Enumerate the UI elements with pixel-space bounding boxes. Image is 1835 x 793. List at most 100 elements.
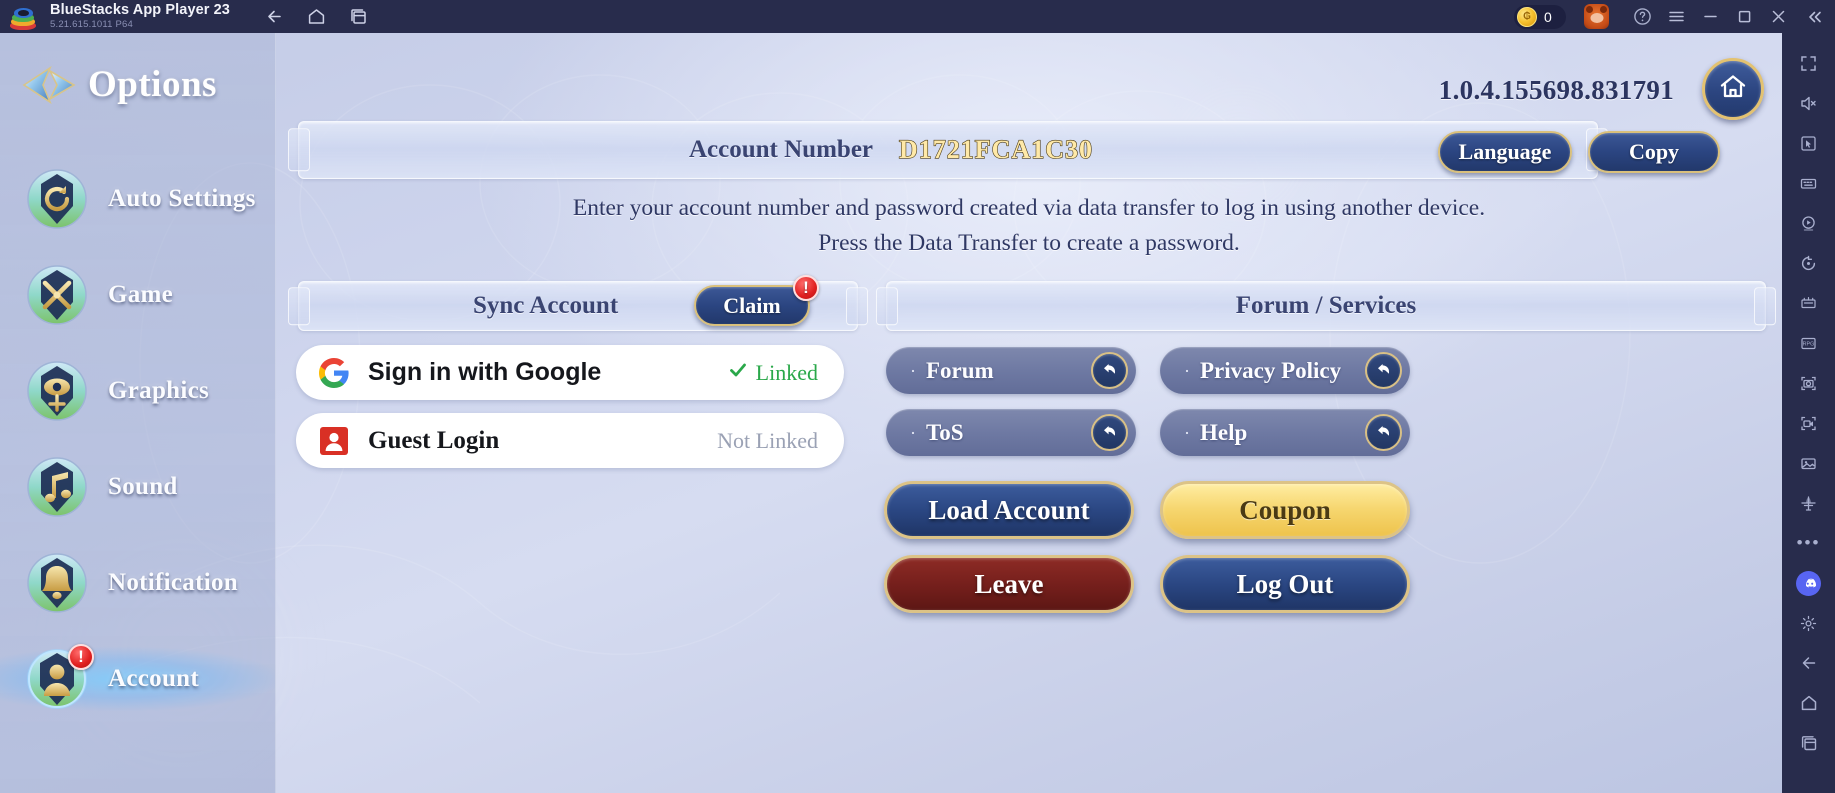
house-icon	[1717, 71, 1749, 108]
external-link-arrow-icon	[1365, 352, 1402, 389]
claim-button[interactable]: Claim !	[694, 275, 819, 326]
home-icon[interactable]	[1782, 683, 1835, 723]
options-sidebar: Options Auto Settings Game Graphics Soun…	[0, 33, 276, 793]
window-titlebar: BlueStacks App Player 23 5.21.615.1011 P…	[0, 0, 1835, 33]
link-button-tos[interactable]: · ToS	[886, 409, 1136, 456]
sidebar-item-sound[interactable]: Sound	[0, 439, 275, 535]
maximize-icon[interactable]	[1727, 0, 1761, 33]
login-status-label: Not Linked	[717, 427, 818, 453]
login-row-google[interactable]: Sign in with Google Linked	[296, 345, 844, 400]
notification-bell-badge-icon	[26, 552, 88, 614]
minimize-icon[interactable]	[1693, 0, 1727, 33]
language-button[interactable]: Language	[1438, 131, 1572, 173]
sidebar-nav: Auto Settings Game Graphics Sound Notifi…	[0, 151, 275, 727]
titlebar-right-controls: ₲ 0	[1514, 0, 1835, 33]
titlebar-nav-group	[264, 6, 370, 28]
copy-button[interactable]: Copy	[1588, 131, 1720, 173]
leave-button[interactable]: Leave	[884, 555, 1134, 613]
link-button-forum[interactable]: · Forum	[886, 347, 1136, 394]
home-icon[interactable]	[306, 6, 328, 28]
external-link-arrow-icon	[1365, 414, 1402, 451]
guest-user-icon	[318, 425, 350, 457]
bullet-icon: ·	[1184, 422, 1190, 443]
forum-services-panel: Forum / Services	[886, 281, 1766, 331]
login-name: Guest Login	[368, 426, 500, 454]
game-swords-badge-icon	[26, 264, 88, 326]
login-row-guest[interactable]: Guest Login Not Linked	[296, 413, 844, 468]
login-status-label: Linked	[755, 359, 818, 385]
close-icon[interactable]	[1761, 0, 1795, 33]
account-content-panel: 1.0.4.155698.831791 Account Number D1721…	[276, 33, 1782, 793]
discord-icon[interactable]	[1782, 563, 1835, 603]
link-button-help[interactable]: · Help	[1160, 409, 1410, 456]
screenshot-camera-icon[interactable]	[1782, 363, 1835, 403]
bluestacks-logo-icon	[10, 4, 36, 30]
claim-button-label: Claim	[723, 292, 781, 318]
sidebar-item-label: Account	[108, 665, 199, 692]
sidebar-item-notification[interactable]: Notification	[0, 535, 275, 631]
window-title-block: BlueStacks App Player 23 5.21.615.1011 P…	[50, 3, 230, 29]
home-button[interactable]	[1702, 58, 1764, 120]
options-arrow-icon	[22, 65, 76, 105]
bullet-icon: ·	[1184, 360, 1190, 381]
external-link-arrow-icon	[1091, 414, 1128, 451]
user-avatar-icon[interactable]	[1584, 4, 1609, 29]
game-controls-icon[interactable]	[1782, 283, 1835, 323]
checkmark-icon	[728, 360, 748, 386]
coin-balance[interactable]: ₲ 0	[1514, 4, 1566, 29]
bullet-icon: ·	[910, 360, 916, 381]
macro-play-icon[interactable]	[1782, 203, 1835, 243]
fullscreen-icon[interactable]	[1782, 43, 1835, 83]
sidebar-item-label: Auto Settings	[108, 185, 256, 212]
status-badge: !	[68, 644, 94, 670]
login-status-google: Linked	[728, 360, 818, 386]
account-number-label: Account Number	[689, 136, 874, 163]
coin-icon: ₲	[1517, 6, 1537, 27]
more-options-icon[interactable]: •••	[1782, 523, 1835, 563]
sidebar-item-label: Game	[108, 281, 174, 308]
account-person-badge-icon: !	[26, 644, 94, 710]
sidebar-item-auto-settings[interactable]: Auto Settings	[0, 151, 275, 247]
link-label: Privacy Policy	[1200, 357, 1342, 383]
account-number-panel: Account Number D1721FCA1C30	[298, 121, 1598, 179]
multi-instance-icon[interactable]	[1782, 723, 1835, 763]
app-title: BlueStacks App Player 23	[50, 2, 230, 19]
eco-mode-icon[interactable]	[1782, 483, 1835, 523]
account-number-value: D1721FCA1C30	[898, 134, 1094, 164]
instruction-line-2: Press the Data Transfer to create a pass…	[818, 229, 1240, 256]
sidebar-header: Options	[22, 63, 217, 106]
media-gallery-icon[interactable]	[1782, 443, 1835, 483]
svg-text:RPG: RPG	[1803, 341, 1815, 347]
load-account-button[interactable]: Load Account	[884, 481, 1134, 539]
rpg-mode-icon[interactable]: RPG	[1782, 323, 1835, 363]
rotate-icon[interactable]	[1782, 243, 1835, 283]
question-circle-icon[interactable]	[1625, 0, 1659, 33]
cursor-pointer-icon[interactable]	[1782, 123, 1835, 163]
link-button-privacy-policy[interactable]: · Privacy Policy	[1160, 347, 1410, 394]
coupon-button[interactable]: Coupon	[1160, 481, 1410, 539]
bluestacks-sidebar-toolbar: RPG •••	[1782, 33, 1835, 793]
sidebar-item-account[interactable]: ! Account	[0, 631, 275, 727]
arrow-left-icon[interactable]	[264, 6, 286, 28]
back-arrow-icon[interactable]	[1782, 643, 1835, 683]
log-out-button[interactable]: Log Out	[1160, 555, 1410, 613]
multi-instance-icon[interactable]	[348, 6, 370, 28]
link-label: ToS	[926, 419, 964, 445]
google-g-icon	[318, 357, 350, 389]
account-number-row: Account Number D1721FCA1C30	[299, 122, 1597, 178]
hamburger-menu-icon[interactable]	[1659, 0, 1693, 33]
sound-note-badge-icon	[26, 456, 88, 518]
settings-gear-icon[interactable]	[1782, 603, 1835, 643]
page-title: Options	[88, 64, 217, 105]
login-status-guest: Not Linked	[717, 428, 818, 454]
login-name: Sign in with Google	[368, 358, 602, 386]
sidebar-item-graphics[interactable]: Graphics	[0, 343, 275, 439]
mute-volume-icon[interactable]	[1782, 83, 1835, 123]
chevron-double-left-icon[interactable]	[1795, 0, 1835, 33]
screen-record-icon[interactable]	[1782, 403, 1835, 443]
claim-alert-badge: !	[793, 275, 819, 301]
keyboard-controls-icon[interactable]	[1782, 163, 1835, 203]
link-label: Forum	[926, 357, 994, 383]
app-version: 5.21.615.1011 P64	[50, 18, 133, 30]
sidebar-item-game[interactable]: Game	[0, 247, 275, 343]
